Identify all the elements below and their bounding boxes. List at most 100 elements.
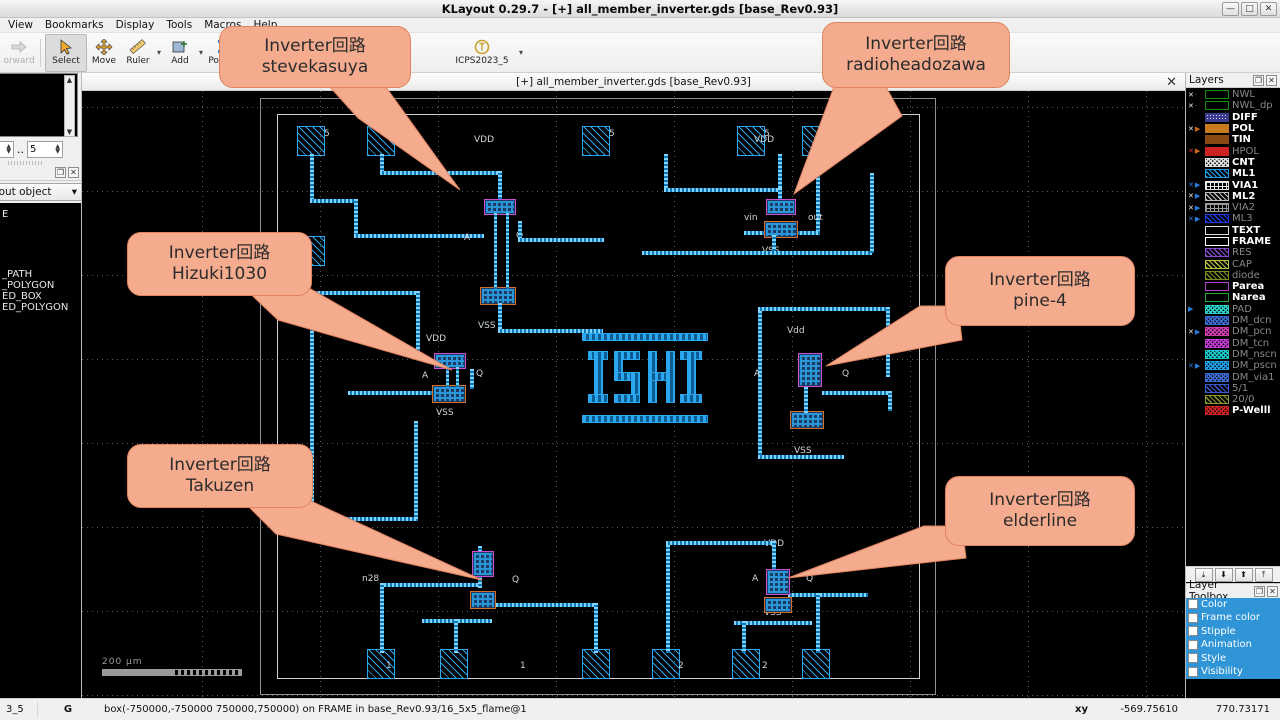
select-tool[interactable]: Select: [45, 33, 87, 72]
layer-row-ml1[interactable]: ML1: [1186, 168, 1280, 179]
nmos-device[interactable]: [470, 591, 496, 609]
layer-swatch[interactable]: [1205, 214, 1229, 224]
layer-marks-icon[interactable]: ✕ ▶: [1188, 181, 1202, 189]
toolbox-item-stipple[interactable]: Stipple: [1186, 624, 1280, 638]
layer-row-ml2[interactable]: ✕ ▶ ML2: [1186, 191, 1280, 202]
panel-float-icon[interactable]: ❐: [1254, 585, 1265, 597]
layer-row-ml3[interactable]: ✕ ▶ ML3: [1186, 213, 1280, 224]
layer-row-pad[interactable]: ▶ PAD: [1186, 304, 1280, 315]
layer-row-tin[interactable]: TIN: [1186, 134, 1280, 145]
checkbox[interactable]: [1188, 612, 1198, 623]
layer-marks-icon[interactable]: ✕ ▶: [1188, 215, 1202, 223]
layer-row-frame[interactable]: FRAME: [1186, 236, 1280, 247]
menu-tools[interactable]: Tools: [166, 20, 192, 31]
callout-radioheadozawa[interactable]: Inverter回路 radioheadozawa: [822, 22, 1010, 88]
nmos-device[interactable]: [764, 597, 792, 613]
layer-row-dm-dcn[interactable]: DM_dcn: [1186, 315, 1280, 326]
scroll-down-icon[interactable]: ▼: [67, 128, 72, 136]
layer-swatch[interactable]: [1205, 169, 1229, 179]
layer-swatch[interactable]: [1205, 349, 1229, 359]
layer-swatch[interactable]: [1205, 203, 1229, 213]
panel-close-icon[interactable]: ✕: [68, 167, 79, 178]
layer-row-parea[interactable]: Parea: [1186, 281, 1280, 292]
menu-display[interactable]: Display: [116, 20, 155, 31]
menu-view[interactable]: View: [8, 20, 33, 31]
layer-row-dm-pscn[interactable]: ✕ ▶ DM_pscn: [1186, 360, 1280, 371]
hierarchy-scrollbar[interactable]: ▲ ▼: [64, 75, 75, 137]
layer-row-diff[interactable]: DIFF: [1186, 112, 1280, 123]
layer-swatch[interactable]: [1205, 316, 1229, 326]
list-item[interactable]: E: [0, 209, 81, 220]
layer-swatch[interactable]: [1205, 191, 1229, 201]
layer-row-via1[interactable]: ✕ ▶ VIA1: [1186, 179, 1280, 191]
layer-swatch[interactable]: [1205, 372, 1229, 382]
list-item[interactable]: ED_POLYGON: [0, 302, 81, 313]
scroll-up-icon[interactable]: ▲: [67, 76, 72, 84]
layer-row-narea[interactable]: Narea: [1186, 292, 1280, 303]
move-tool[interactable]: Move: [87, 34, 121, 72]
nmos-device[interactable]: [764, 221, 798, 238]
checkbox[interactable]: [1188, 626, 1198, 637]
layer-marks-icon[interactable]: ▶: [1188, 305, 1202, 313]
menu-bookmarks[interactable]: Bookmarks: [45, 20, 104, 31]
pad[interactable]: [802, 649, 830, 679]
nmos-device[interactable]: [790, 411, 824, 429]
pad[interactable]: [440, 649, 468, 679]
layer-swatch[interactable]: [1205, 237, 1229, 246]
layer-row-nwl[interactable]: ✕ · NWL: [1186, 89, 1280, 100]
callout-hizuki1030[interactable]: Inverter回路 Hizuki1030: [127, 232, 312, 296]
layer-swatch[interactable]: [1205, 146, 1229, 156]
pad[interactable]: [652, 649, 680, 679]
forward-button[interactable]: orward: [2, 34, 36, 72]
layer-swatch[interactable]: [1205, 135, 1229, 145]
layer-swatch[interactable]: [1205, 338, 1229, 348]
layer-row-dm-via1[interactable]: DM_via1: [1186, 371, 1280, 383]
layer-list[interactable]: ✕ · NWL ✕ · NWL_dp DIFF ✕ ▶ POL TIN ✕ ▶ HPOL CNT ML1 ✕ ▶ V…: [1186, 88, 1280, 558]
panel-float-icon[interactable]: ❐: [55, 167, 66, 178]
layer-row-dm-nscn[interactable]: DM_nscn: [1186, 349, 1280, 360]
toolbox-item-style[interactable]: Style: [1186, 651, 1280, 665]
level-to-spinbox[interactable]: 5 ▲ ▼: [27, 140, 63, 158]
layer-swatch[interactable]: [1205, 101, 1229, 111]
layer-swatch[interactable]: [1205, 282, 1229, 292]
checkbox[interactable]: [1188, 653, 1198, 664]
layer-swatch[interactable]: [1205, 270, 1229, 280]
layer-row-p-welll[interactable]: P-Welll: [1186, 405, 1280, 416]
layer-row-diode[interactable]: diode: [1186, 270, 1280, 281]
layer-swatch[interactable]: [1205, 327, 1229, 337]
library-combo[interactable]: ic layout object ▾: [0, 183, 81, 201]
toolbox-item-color[interactable]: Color: [1186, 597, 1280, 611]
layer-marks-icon[interactable]: ✕ ▶: [1188, 204, 1202, 212]
move-up-all-icon[interactable]: ⤒: [1254, 567, 1273, 582]
layer-row-cnt[interactable]: CNT: [1186, 157, 1280, 168]
pad[interactable]: [582, 126, 610, 156]
close-button[interactable]: ✕: [1260, 2, 1277, 16]
layer-row-dm-pcn[interactable]: ✕ ▶ DM_pcn: [1186, 326, 1280, 337]
layer-swatch[interactable]: [1205, 406, 1229, 416]
panel-close-icon[interactable]: ✕: [1267, 585, 1278, 597]
layer-swatch[interactable]: [1205, 259, 1229, 269]
add-tool[interactable]: Add: [163, 34, 197, 72]
close-icon[interactable]: ✕: [1166, 75, 1177, 90]
toolbox-item-frame-color[interactable]: Frame color: [1186, 611, 1280, 625]
level-from-arrows-icon[interactable]: ▲ ▼: [6, 144, 11, 155]
layer-row-20-0[interactable]: 20/0: [1186, 394, 1280, 405]
layer-marks-icon[interactable]: ✕ ▶: [1188, 328, 1202, 336]
layer-row-nwl-dp[interactable]: ✕ · NWL_dp: [1186, 100, 1280, 111]
level-to-arrows-icon[interactable]: ▲ ▼: [55, 144, 60, 155]
checkbox[interactable]: [1188, 599, 1198, 610]
layer-marks-icon[interactable]: ✕ ▶: [1188, 147, 1202, 155]
callout-elderline[interactable]: Inverter回路 elderline: [945, 476, 1135, 546]
toolbox-item-animation[interactable]: Animation: [1186, 638, 1280, 652]
checkbox[interactable]: [1188, 666, 1198, 677]
nmos-device[interactable]: [432, 385, 466, 403]
callout-pine4[interactable]: Inverter回路 pine-4: [945, 256, 1135, 326]
level-from-spinbox[interactable]: ▲ ▼: [0, 140, 14, 158]
layer-row-via2[interactable]: ✕ ▶ VIA2: [1186, 202, 1280, 213]
list-item[interactable]: _POLYGON: [0, 280, 81, 291]
layer-swatch[interactable]: [1205, 383, 1229, 393]
pad[interactable]: [732, 649, 760, 679]
layer-swatch[interactable]: [1205, 395, 1229, 405]
layer-row-5-1[interactable]: 5/1: [1186, 383, 1280, 394]
layer-marks-icon[interactable]: ✕ ▶: [1188, 362, 1202, 370]
